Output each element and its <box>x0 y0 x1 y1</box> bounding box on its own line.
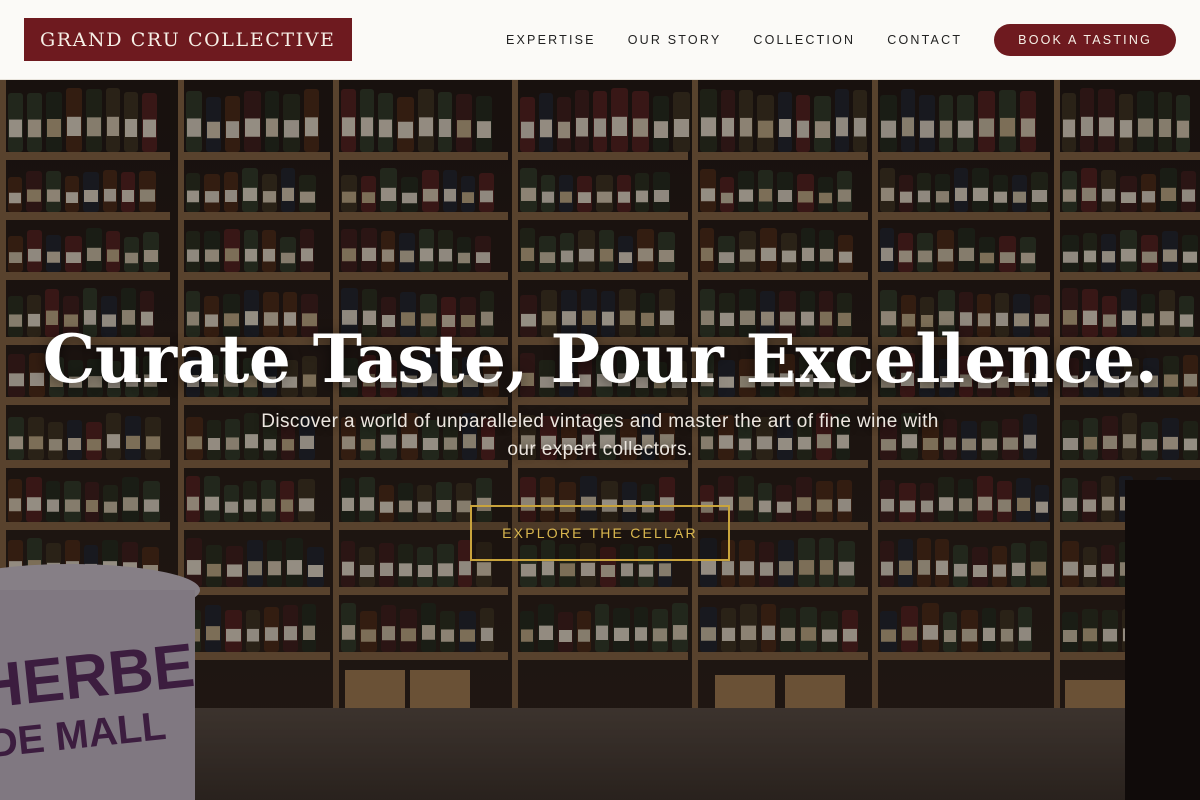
nav-link-collection[interactable]: COLLECTION <box>753 33 855 47</box>
brand-logo[interactable]: GRAND CRU COLLECTIVE <box>24 18 352 61</box>
main-nav: EXPERTISE OUR STORY COLLECTION CONTACT <box>506 33 962 47</box>
hero-subtitle: Discover a world of unparalleled vintage… <box>261 411 939 460</box>
book-tasting-button[interactable]: BOOK A TASTING <box>994 23 1176 56</box>
hero-content: Curate Taste, Pour Excellence. Discover … <box>0 80 1200 800</box>
nav-link-expertise[interactable]: EXPERTISE <box>506 33 596 47</box>
explore-cellar-button[interactable]: EXPLORE THE CELLAR <box>470 505 730 561</box>
brand-name: GRAND CRU COLLECTIVE <box>40 28 336 51</box>
nav-link-contact[interactable]: CONTACT <box>887 33 962 47</box>
nav-link-our-story[interactable]: OUR STORY <box>628 33 722 47</box>
site-header: GRAND CRU COLLECTIVE EXPERTISE OUR STORY… <box>0 0 1200 80</box>
hero-section: HERBE DE MALL Curate Taste, Pour Excelle… <box>0 80 1200 800</box>
hero-title: Curate Taste, Pour Excellence. <box>42 320 1158 398</box>
